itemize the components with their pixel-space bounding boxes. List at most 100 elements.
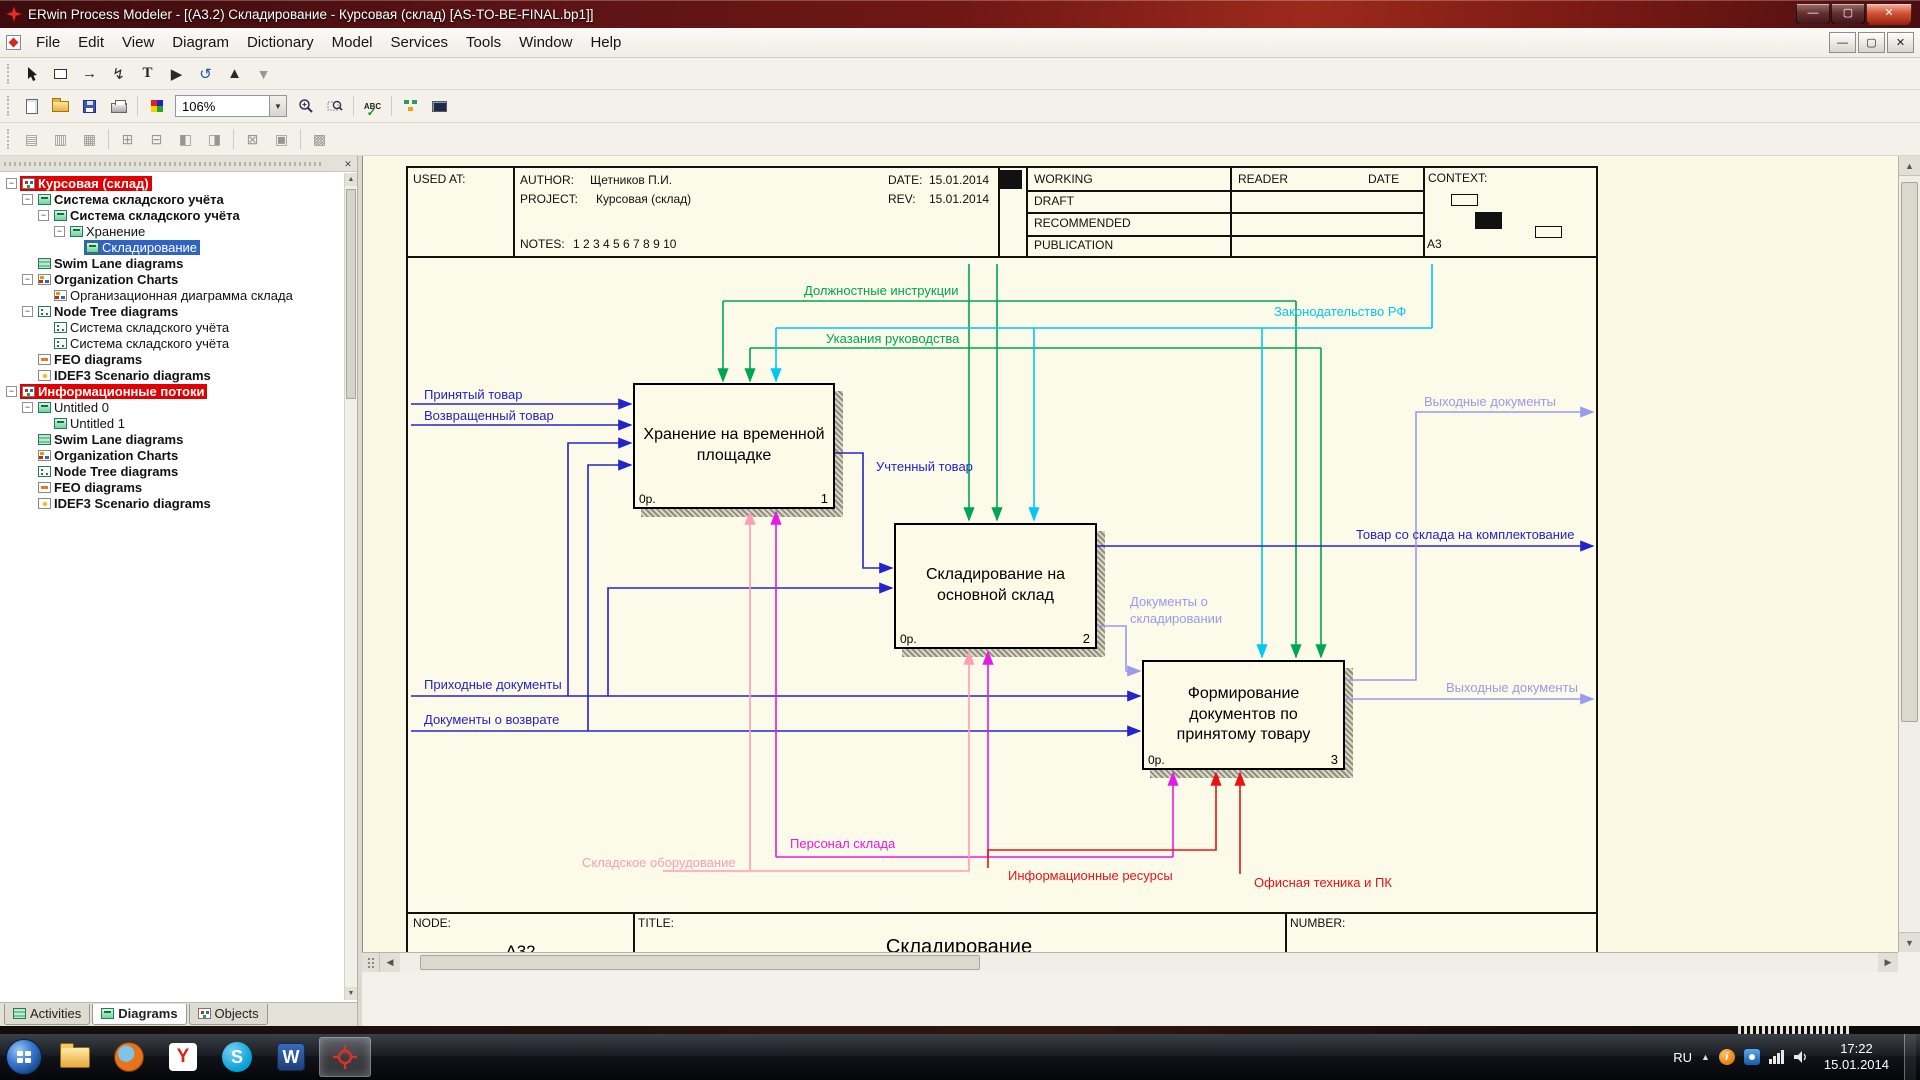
text-tool-icon[interactable]: T	[134, 61, 161, 86]
maximize-button[interactable]: ▢	[1831, 3, 1865, 25]
toolbar-grip[interactable]	[7, 129, 11, 149]
toolbar3-icon-9[interactable]: ▣	[268, 127, 295, 152]
taskbar-skype[interactable]: S	[211, 1037, 263, 1077]
tree-item[interactable]: − Node Tree diagrams	[0, 303, 357, 319]
scroll-up-icon[interactable]: ▲	[1899, 156, 1920, 176]
scroll-thumb[interactable]	[1901, 182, 1918, 722]
activity-box-3[interactable]: Формирование документов по принятому тов…	[1142, 660, 1345, 770]
tree-scrollbar[interactable]: ▲ ▼	[344, 173, 357, 1000]
collapse-icon[interactable]: −	[22, 401, 33, 413]
tree-item[interactable]: − Информационные потоки	[0, 383, 357, 399]
print-icon[interactable]	[105, 94, 132, 119]
arrow-label[interactable]: Указания руководства	[826, 331, 959, 346]
arrow-label[interactable]: Должностные инструкции	[804, 283, 959, 298]
arrow-label[interactable]: Законодательство РФ	[1274, 304, 1406, 319]
triangle-up-icon[interactable]: ▲	[221, 61, 248, 86]
arrow-label[interactable]: Выходные документы	[1446, 680, 1578, 695]
taskbar-firefox[interactable]	[103, 1037, 155, 1077]
toolbar3-icon-6[interactable]: ◧	[172, 127, 199, 152]
tree-item[interactable]: − Система складского учёта	[0, 207, 357, 223]
scroll-down-icon[interactable]: ▼	[1899, 932, 1920, 952]
close-button[interactable]: ✕	[1866, 3, 1912, 25]
tree-item-selected[interactable]: Складирование	[0, 239, 357, 255]
activity-box-1[interactable]: Хранение на временной площадке 0р. 1	[633, 383, 835, 509]
zoom-select[interactable]: 106% ▼	[175, 95, 287, 117]
scroll-down-icon[interactable]: ▼	[345, 987, 357, 1000]
model-explorer-icon[interactable]	[397, 94, 424, 119]
scroll-right-icon[interactable]: ▶	[1878, 953, 1898, 972]
tree-item[interactable]: Организационная диаграмма склада	[0, 287, 357, 303]
toolbar3-icon-5[interactable]: ⊟	[143, 127, 170, 152]
tree-item[interactable]: Swim Lane diagrams	[0, 255, 357, 271]
horizontal-scrollbar[interactable]: ◀ ▶	[362, 952, 1898, 972]
tree-item[interactable]: IDEF3 Scenario diagrams	[0, 495, 357, 511]
arrow-label[interactable]: Офисная техника и ПК	[1254, 875, 1392, 890]
menu-tools[interactable]: Tools	[457, 29, 510, 56]
arrow-label[interactable]: Документы о складировании	[1130, 594, 1242, 628]
toolbar3-icon-4[interactable]: ⊞	[114, 127, 141, 152]
new-file-icon[interactable]	[18, 94, 45, 119]
collapse-icon[interactable]: −	[22, 273, 33, 285]
minimize-button[interactable]: —	[1796, 3, 1830, 25]
volume-icon[interactable]	[1793, 1050, 1809, 1064]
tree-item[interactable]: Система складского учёта	[0, 335, 357, 351]
squiggle-tool-icon[interactable]: ↯	[105, 61, 132, 86]
document-icon[interactable]	[6, 35, 21, 50]
arrow-label[interactable]: Персонал склада	[790, 836, 895, 851]
diagram-canvas[interactable]: USED AT: AUTHOR: Щетников П.И. PROJECT: …	[362, 156, 1898, 952]
tree-item[interactable]: Untitled 1	[0, 415, 357, 431]
arrow-label[interactable]: Документы о возврате	[424, 712, 559, 727]
zoom-dropdown-icon[interactable]: ▼	[269, 96, 286, 116]
tree-item[interactable]: Organization Charts	[0, 447, 357, 463]
toolbar-grip[interactable]	[7, 96, 11, 116]
taskbar-explorer[interactable]	[49, 1037, 101, 1077]
taskbar-erwin[interactable]	[319, 1037, 371, 1077]
menu-file[interactable]: File	[27, 29, 69, 56]
title-bar[interactable]: ERwin Process Modeler - [(A3.2) Складиро…	[0, 0, 1920, 28]
color-palette-icon[interactable]	[143, 94, 170, 119]
toolbar3-icon-7[interactable]: ◨	[201, 127, 228, 152]
zoom-in-icon[interactable]	[292, 94, 319, 119]
tree-item[interactable]: Система складского учёта	[0, 319, 357, 335]
arrow-label[interactable]: Информационные ресурсы	[1008, 868, 1173, 883]
document-arrows-lavender[interactable]	[1097, 406, 1595, 705]
select-tool-icon[interactable]	[18, 61, 45, 86]
mdi-close-button[interactable]: ✕	[1887, 32, 1914, 53]
tree-item[interactable]: Swim Lane diagrams	[0, 431, 357, 447]
menu-edit[interactable]: Edit	[69, 29, 113, 56]
arrow-label[interactable]: Учтенный товар	[876, 459, 973, 474]
scroll-thumb[interactable]	[346, 189, 356, 399]
scroll-thumb[interactable]	[420, 955, 980, 970]
toolbar3-icon-10[interactable]: ▩	[306, 127, 333, 152]
collapse-icon[interactable]: −	[22, 193, 33, 205]
open-file-icon[interactable]	[47, 94, 74, 119]
scroll-up-icon[interactable]: ▲	[345, 173, 357, 186]
mdi-restore-button[interactable]: ▢	[1858, 32, 1885, 53]
collapse-icon[interactable]: −	[38, 209, 49, 221]
start-button[interactable]	[6, 1039, 42, 1075]
zoom-area-icon[interactable]	[321, 94, 348, 119]
menu-services[interactable]: Services	[382, 29, 458, 56]
tray-expand-icon[interactable]: ▲	[1701, 1052, 1710, 1062]
vertical-scrollbar[interactable]: ▲ ▼	[1898, 156, 1920, 952]
toolbar3-icon-3[interactable]: ▦	[76, 127, 103, 152]
activity-box-tool-icon[interactable]	[47, 61, 74, 86]
tree-item[interactable]: − Untitled 0	[0, 399, 357, 415]
tab-diagrams[interactable]: Diagrams	[92, 1004, 187, 1025]
taskbar-yandex[interactable]: Y	[157, 1037, 209, 1077]
display-options-icon[interactable]	[426, 94, 453, 119]
collapse-icon[interactable]: −	[54, 225, 65, 237]
arrow-label[interactable]: Принятый товар	[424, 387, 522, 402]
undo-icon[interactable]: ↺	[192, 61, 219, 86]
taskbar-word[interactable]: W	[265, 1037, 317, 1077]
spellcheck-icon[interactable]: ABC ✓	[359, 94, 386, 119]
tree-item[interactable]: − Organization Charts	[0, 271, 357, 287]
toolbar-grip[interactable]	[7, 63, 11, 84]
arrow-tool-icon[interactable]: →	[76, 61, 103, 86]
splitter-handle[interactable]	[362, 953, 380, 972]
clock[interactable]: 17:22 15.01.2014	[1824, 1041, 1889, 1074]
activity-box-2[interactable]: Складирование на основной склад 0р. 2	[894, 523, 1097, 649]
menu-window[interactable]: Window	[510, 29, 581, 56]
save-icon[interactable]	[76, 94, 103, 119]
toolbar3-icon-8[interactable]: ⊠	[239, 127, 266, 152]
